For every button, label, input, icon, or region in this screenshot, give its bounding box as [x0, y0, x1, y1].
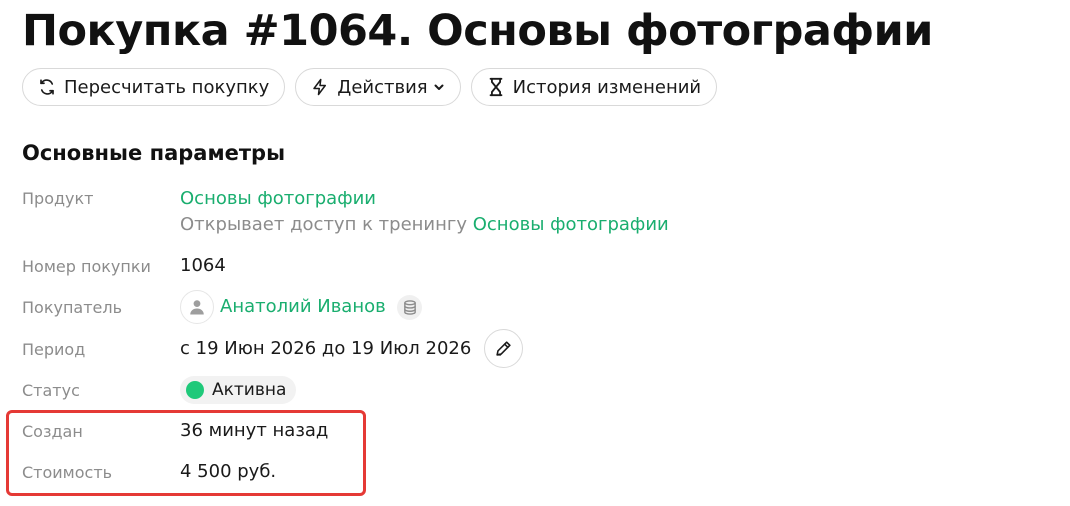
product-access-prefix: Открывает доступ к тренингу — [180, 214, 467, 235]
toolbar: Пересчитать покупку Действия История изм… — [22, 68, 718, 106]
period-value: с 19 Июн 2026 до 19 Июл 2026 — [180, 338, 472, 359]
database-icon — [403, 300, 417, 315]
product-link[interactable]: Основы фотографии — [180, 188, 376, 209]
status-dot — [186, 381, 204, 399]
actions-dropdown-button[interactable]: Действия — [295, 68, 461, 106]
lightning-icon — [310, 77, 330, 97]
status-value: Активна — [212, 380, 287, 400]
recalculate-label: Пересчитать покупку — [64, 76, 270, 98]
chevron-down-icon — [433, 81, 445, 93]
history-button[interactable]: История изменений — [470, 68, 718, 106]
order-number-value: 1064 — [180, 255, 226, 276]
hourglass-icon — [486, 77, 506, 97]
period-label: Период — [22, 340, 86, 359]
refresh-icon — [37, 77, 57, 97]
status-badge: Активна — [180, 376, 297, 404]
actions-label: Действия — [337, 76, 428, 98]
product-access-line: Открывает доступ к тренингу Основы фотог… — [180, 214, 669, 235]
user-icon — [188, 298, 206, 316]
avatar[interactable] — [180, 290, 214, 324]
buyer-database-badge[interactable] — [397, 295, 422, 320]
status-label: Статус — [22, 381, 80, 400]
highlight-box — [6, 410, 366, 496]
page-title: Покупка #1064. Основы фотографии — [22, 6, 933, 56]
section-title: Основные параметры — [22, 141, 286, 165]
training-link[interactable]: Основы фотографии — [473, 214, 669, 235]
history-label: История изменений — [512, 76, 702, 98]
recalculate-button[interactable]: Пересчитать покупку — [22, 68, 286, 106]
product-label: Продукт — [22, 189, 94, 208]
buyer-label: Покупатель — [22, 298, 123, 317]
buyer-name-link[interactable]: Анатолий Иванов — [220, 296, 386, 317]
order-number-label: Номер покупки — [22, 257, 151, 276]
pencil-icon — [494, 339, 513, 358]
edit-period-button[interactable] — [484, 329, 523, 368]
